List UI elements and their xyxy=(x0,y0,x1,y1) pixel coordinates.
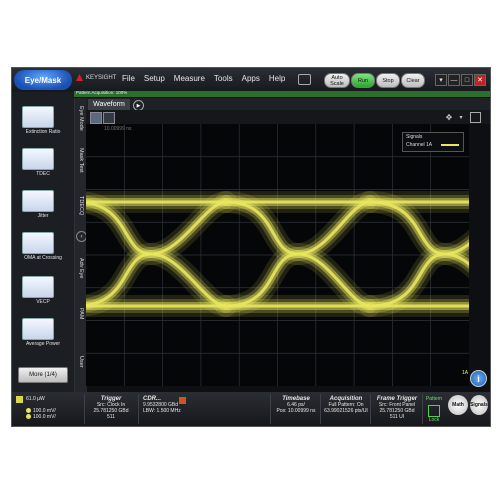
cdr-lock-icon xyxy=(179,397,186,404)
menu-file[interactable]: File xyxy=(122,74,135,83)
pattern-lock-section[interactable]: Pattern Lock xyxy=(422,394,445,424)
tdec-label: TDEC xyxy=(36,171,50,177)
menu-measure[interactable]: Measure xyxy=(174,74,205,83)
bottom-status-bar: 61.0 µW 100.0 mV/ 100.0 mV/ Trigger Src:… xyxy=(12,392,490,426)
cdr-loop-bandwidth: LBW: 1.500 MHz xyxy=(143,408,181,414)
channel-offset-chip xyxy=(26,414,31,420)
oma-at-crossing-button[interactable] xyxy=(22,232,54,254)
select-tool-icon[interactable] xyxy=(90,112,102,124)
pattern-acquisition-label: Pattern Acquisition: 100% xyxy=(76,90,128,95)
signals-legend: Signals Channel 1A xyxy=(402,132,464,152)
channel-scale-2: 100.0 mV/ xyxy=(33,414,56,420)
timebase-section[interactable]: Timebase 6.46 ps/ Pos: 10.00999 ns xyxy=(270,394,321,424)
cdr-section[interactable]: CDR... 9.9532800 GBd LBW: 1.500 MHz xyxy=(138,394,195,424)
stop-button[interactable]: Stop xyxy=(376,73,400,88)
channel-marker: 1A xyxy=(462,370,469,376)
trigger-section[interactable]: Trigger Src: Clock In 25.781250 GBd 511 xyxy=(84,394,137,424)
waveform-header: Waveform ▶ xyxy=(86,98,490,111)
eye-diagram-canvas xyxy=(86,124,469,386)
screenshot-camera-icon[interactable] xyxy=(298,74,311,85)
measurement-panel: Extinction Ratio TDEC Jitter OMA at Cros… xyxy=(12,92,74,392)
channel-badge xyxy=(16,396,23,403)
legend-title: Signals xyxy=(406,134,423,140)
menu-help[interactable]: Help xyxy=(269,74,285,83)
minimize-button[interactable]: — xyxy=(448,74,460,86)
auto-scale-button[interactable]: Auto Scale xyxy=(324,73,350,88)
chevron-down-icon[interactable]: ▾ xyxy=(457,112,465,122)
plot-position-readout: 10.00999 ns xyxy=(104,126,132,132)
close-button[interactable]: ✕ xyxy=(474,74,486,86)
waveform-toolbar: ✥ ▾ xyxy=(86,110,490,124)
run-button[interactable]: Run xyxy=(351,73,375,88)
acquisition-points-per-ui: 63.99021526 pts/UI xyxy=(324,408,368,414)
tdec-button[interactable] xyxy=(22,148,54,170)
tab-waveform[interactable]: Waveform xyxy=(88,99,130,110)
timebase-position: Pos: 10.00999 ns xyxy=(276,408,316,414)
window-menu-button[interactable]: ▾ xyxy=(435,74,447,86)
menu-bar: File Setup Measure Tools Apps Help xyxy=(122,74,285,83)
more-measurements-button[interactable]: More (1/4) xyxy=(18,367,68,383)
menu-apps[interactable]: Apps xyxy=(242,74,260,83)
info-icon[interactable]: i xyxy=(470,370,487,387)
pattern-lock-title: Pattern xyxy=(425,396,443,402)
average-power-label: Average Power xyxy=(25,341,61,347)
layout-icon[interactable] xyxy=(470,112,481,123)
clear-button[interactable]: Clear xyxy=(401,73,425,88)
pattern-acquisition-progress: Pattern Acquisition: 100% xyxy=(74,90,490,97)
menu-tools[interactable]: Tools xyxy=(214,74,233,83)
keysight-logo-icon xyxy=(76,74,83,81)
extinction-ratio-label: Extinction Ratio xyxy=(25,129,61,135)
menu-setup[interactable]: Setup xyxy=(144,74,165,83)
acquisition-section[interactable]: Acquisition Full Pattern: On 63.99021526… xyxy=(320,394,371,424)
extinction-ratio-button[interactable] xyxy=(22,106,54,128)
eye-diagram-plot[interactable]: 10.00999 ns Signals Channel 1A 1A xyxy=(86,124,469,386)
pattern-lock-state: Lock xyxy=(428,417,440,423)
signals-button[interactable]: Signals xyxy=(470,395,488,415)
math-button[interactable]: Math xyxy=(448,395,468,415)
channel-power: 61.0 µW xyxy=(26,396,45,402)
top-bar: Eye/Mask KEYSIGHT File Setup Measure Too… xyxy=(12,68,490,92)
legend-swatch xyxy=(441,144,459,146)
vecp-label: VECP xyxy=(36,299,50,305)
jitter-button[interactable] xyxy=(22,190,54,212)
scope-window: Eye/Mask KEYSIGHT File Setup Measure Too… xyxy=(11,67,491,427)
pan-icon[interactable]: ✥ xyxy=(442,112,456,122)
channel-section[interactable]: 61.0 µW 100.0 mV/ 100.0 mV/ xyxy=(14,394,78,424)
zoom-tool-icon[interactable] xyxy=(103,112,115,124)
maximize-button[interactable]: □ xyxy=(461,74,473,86)
channel-scale-chip xyxy=(26,408,31,414)
trigger-length: 511 xyxy=(107,414,115,420)
brand-name: KEYSIGHT xyxy=(86,74,117,81)
jitter-label: Jitter xyxy=(37,213,49,219)
keysight-logo: KEYSIGHT xyxy=(76,74,116,81)
eye-mask-mode-button[interactable]: Eye/Mask xyxy=(14,70,72,90)
frame-trigger-length: 511 UI xyxy=(389,414,405,420)
vecp-button[interactable] xyxy=(22,276,54,298)
frame-trigger-section[interactable]: Frame Trigger Src: Front Panel 25.781250… xyxy=(370,394,423,424)
legend-channel: Channel 1A xyxy=(406,142,433,148)
oma-at-crossing-label: OMA at Crossing xyxy=(24,255,62,261)
pattern-lock-icon xyxy=(428,405,440,417)
average-power-button[interactable] xyxy=(22,318,54,340)
